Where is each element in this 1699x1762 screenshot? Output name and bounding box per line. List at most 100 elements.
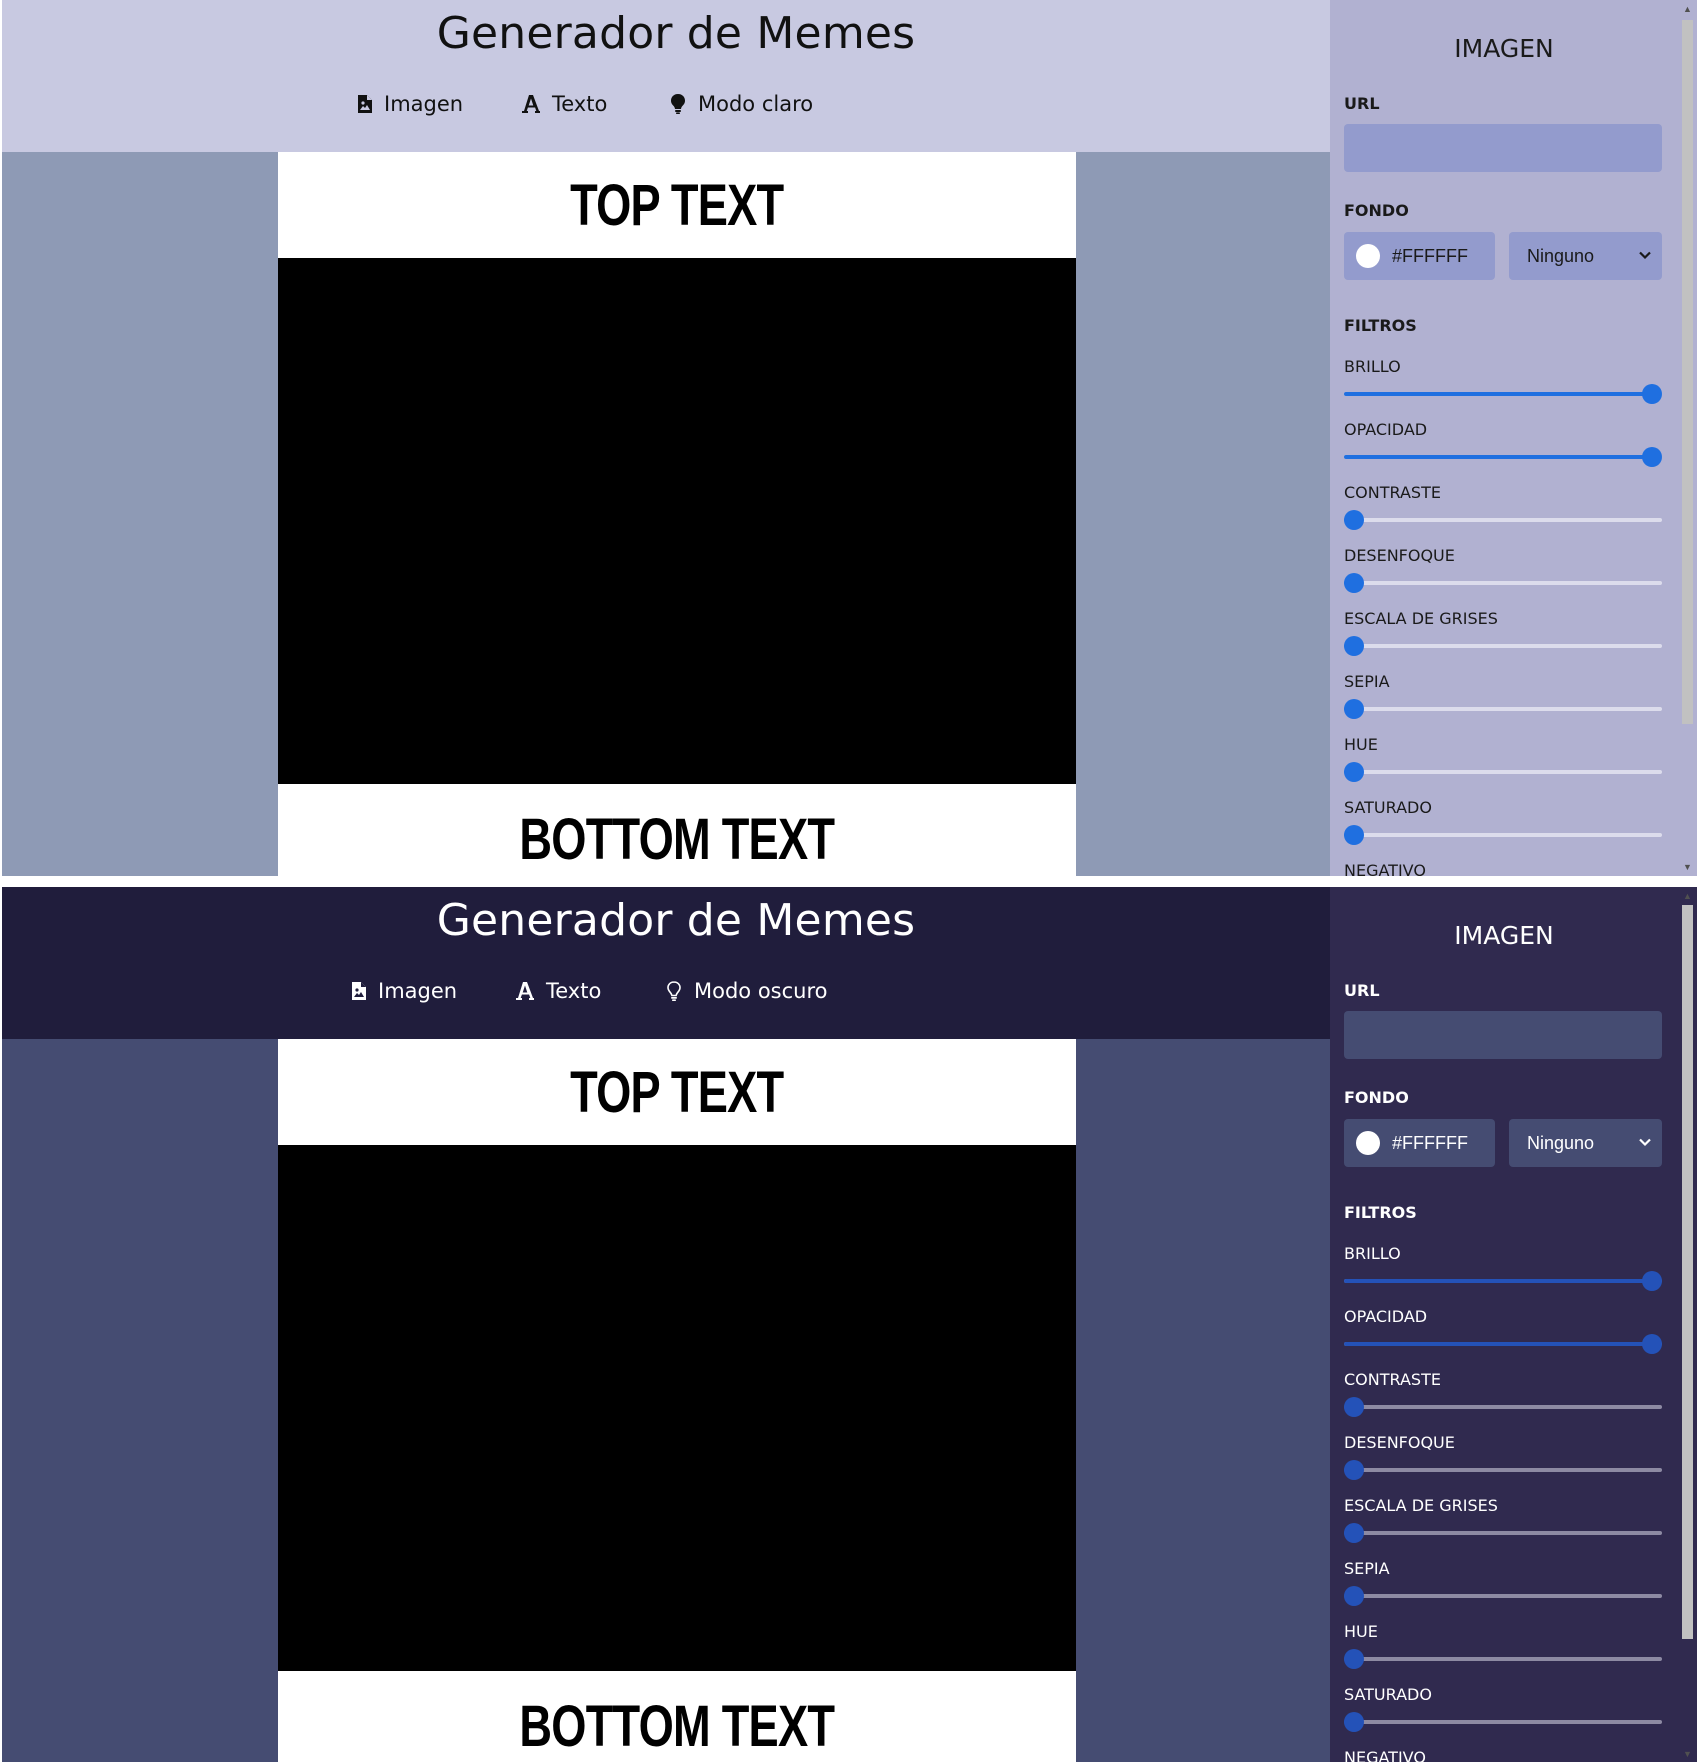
blend-mode-value: Ninguno <box>1527 1132 1595 1153</box>
slider-thumb[interactable] <box>1344 1523 1364 1543</box>
filter-slider[interactable] <box>1344 1460 1662 1480</box>
scroll-down-icon[interactable]: ▼ <box>1683 862 1692 872</box>
nav-image-button[interactable]: Imagen <box>358 92 463 116</box>
chevron-down-icon <box>1639 251 1651 260</box>
vertical-scrollbar[interactable]: ▲ ▼ <box>1678 0 1697 876</box>
filter-slider[interactable] <box>1344 762 1662 782</box>
slider-thumb[interactable] <box>1344 636 1364 656</box>
filter-slider[interactable] <box>1344 384 1662 404</box>
meme-canvas-area: TOP TEXT BOTTOM TEXT <box>2 1039 1330 1762</box>
lightbulb-outline-icon <box>667 981 681 1001</box>
filter-slider[interactable] <box>1344 1397 1662 1417</box>
slider-thumb[interactable] <box>1344 1460 1364 1480</box>
blend-mode-value: Ninguno <box>1527 245 1595 266</box>
scroll-up-icon[interactable]: ▲ <box>1683 4 1692 14</box>
meme-bottom-text: BOTTOM TEXT <box>519 807 836 872</box>
nav-mode-label: Modo oscuro <box>694 979 828 1003</box>
filter-slider[interactable] <box>1344 1586 1662 1606</box>
chevron-down-icon <box>1639 1138 1651 1147</box>
slider-thumb[interactable] <box>1344 1586 1364 1606</box>
filter-label: OPACIDAD <box>1344 1307 1428 1326</box>
nav-mode-toggle[interactable]: Modo oscuro <box>666 979 828 1003</box>
filter-label: DESENFOQUE <box>1344 546 1455 565</box>
filters-label: FILTROS <box>1344 316 1417 335</box>
meme-top-text: TOP TEXT <box>570 1059 784 1125</box>
url-label: URL <box>1344 94 1380 113</box>
filter-label: CONTRASTE <box>1344 1370 1441 1389</box>
slider-track <box>1344 1594 1662 1598</box>
filter-slider[interactable] <box>1344 1712 1662 1732</box>
slider-thumb[interactable] <box>1344 699 1364 719</box>
filter-slider[interactable] <box>1344 510 1662 530</box>
filter-label: ESCALA DE GRISES <box>1344 609 1498 628</box>
panel-title: IMAGEN <box>1454 34 1554 63</box>
filter-slider[interactable] <box>1344 1334 1662 1354</box>
slider-fill <box>1344 455 1652 459</box>
meme-bottom-box: BOTTOM TEXT <box>278 784 1076 876</box>
filter-label: HUE <box>1344 735 1378 754</box>
nav-text-button[interactable]: Texto <box>516 979 601 1003</box>
filter-label: NEGATIVO <box>1344 1748 1426 1762</box>
meme-top-box: TOP TEXT <box>278 1039 1076 1145</box>
image-settings-panel: IMAGEN URL FONDO #FFFFFF Ninguno FILTROS… <box>1330 887 1678 1762</box>
page-title: Generador de Memes <box>436 895 916 946</box>
slider-thumb[interactable] <box>1642 384 1662 404</box>
blend-mode-select[interactable]: Ninguno <box>1509 232 1662 280</box>
image-settings-panel: IMAGEN URL FONDO #FFFFFF Ninguno FILTROS… <box>1330 0 1678 876</box>
vertical-scrollbar[interactable]: ▲ ▼ <box>1678 887 1697 1762</box>
nav-image-button[interactable]: Imagen <box>352 979 457 1003</box>
filter-slider[interactable] <box>1344 699 1662 719</box>
filter-slider[interactable] <box>1344 1649 1662 1669</box>
background-color-picker[interactable]: #FFFFFF <box>1344 232 1495 280</box>
slider-thumb[interactable] <box>1344 510 1364 530</box>
filter-slider[interactable] <box>1344 573 1662 593</box>
url-input[interactable] <box>1344 1011 1662 1059</box>
nav-text-label: Texto <box>552 92 608 116</box>
slider-thumb[interactable] <box>1344 1712 1364 1732</box>
nav-mode-toggle[interactable]: Modo claro <box>670 92 813 116</box>
filter-label: SEPIA <box>1344 672 1390 691</box>
scrollbar-thumb[interactable] <box>1682 905 1693 1639</box>
background-color-picker[interactable]: #FFFFFF <box>1344 1119 1495 1167</box>
lightbulb-filled-icon <box>671 94 685 114</box>
meme-top-text: TOP TEXT <box>570 172 784 238</box>
nav-text-button[interactable]: Texto <box>522 92 607 116</box>
slider-thumb[interactable] <box>1344 762 1364 782</box>
slider-thumb[interactable] <box>1642 1334 1662 1354</box>
background-label: FONDO <box>1344 201 1409 220</box>
background-color-value: #FFFFFF <box>1392 1132 1468 1153</box>
header: Generador de Memes Imagen Texto Modo osc… <box>2 887 1330 1039</box>
meme-top-box: TOP TEXT <box>278 152 1076 258</box>
scrollbar-thumb[interactable] <box>1682 20 1693 724</box>
color-swatch <box>1356 1131 1380 1155</box>
filter-slider[interactable] <box>1344 825 1662 845</box>
blend-mode-select[interactable]: Ninguno <box>1509 1119 1662 1167</box>
slider-fill <box>1344 392 1652 396</box>
filter-label: ESCALA DE GRISES <box>1344 1496 1498 1515</box>
filter-slider[interactable] <box>1344 1271 1662 1291</box>
meme-bottom-box: BOTTOM TEXT <box>278 1671 1076 1762</box>
slider-thumb[interactable] <box>1642 1271 1662 1291</box>
slider-track <box>1344 707 1662 711</box>
slider-thumb[interactable] <box>1344 1649 1364 1669</box>
filter-slider[interactable] <box>1344 1523 1662 1543</box>
slider-track <box>1344 644 1662 648</box>
slider-thumb[interactable] <box>1642 447 1662 467</box>
filter-slider[interactable] <box>1344 636 1662 656</box>
file-image-icon <box>352 982 366 1000</box>
slider-thumb[interactable] <box>1344 1397 1364 1417</box>
slider-track <box>1344 1468 1662 1472</box>
scroll-down-icon[interactable]: ▼ <box>1683 1749 1692 1759</box>
scroll-up-icon[interactable]: ▲ <box>1683 891 1692 901</box>
slider-fill <box>1344 1342 1652 1346</box>
filter-label: OPACIDAD <box>1344 420 1428 439</box>
slider-thumb[interactable] <box>1344 573 1364 593</box>
url-input[interactable] <box>1344 124 1662 172</box>
slider-thumb[interactable] <box>1344 825 1364 845</box>
filters-label: FILTROS <box>1344 1203 1417 1222</box>
filter-label: SEPIA <box>1344 1559 1390 1578</box>
panel-title: IMAGEN <box>1454 921 1554 950</box>
filter-slider[interactable] <box>1344 447 1662 467</box>
nav-image-label: Imagen <box>378 979 458 1003</box>
meme-container: TOP TEXT BOTTOM TEXT <box>278 1039 1076 1762</box>
